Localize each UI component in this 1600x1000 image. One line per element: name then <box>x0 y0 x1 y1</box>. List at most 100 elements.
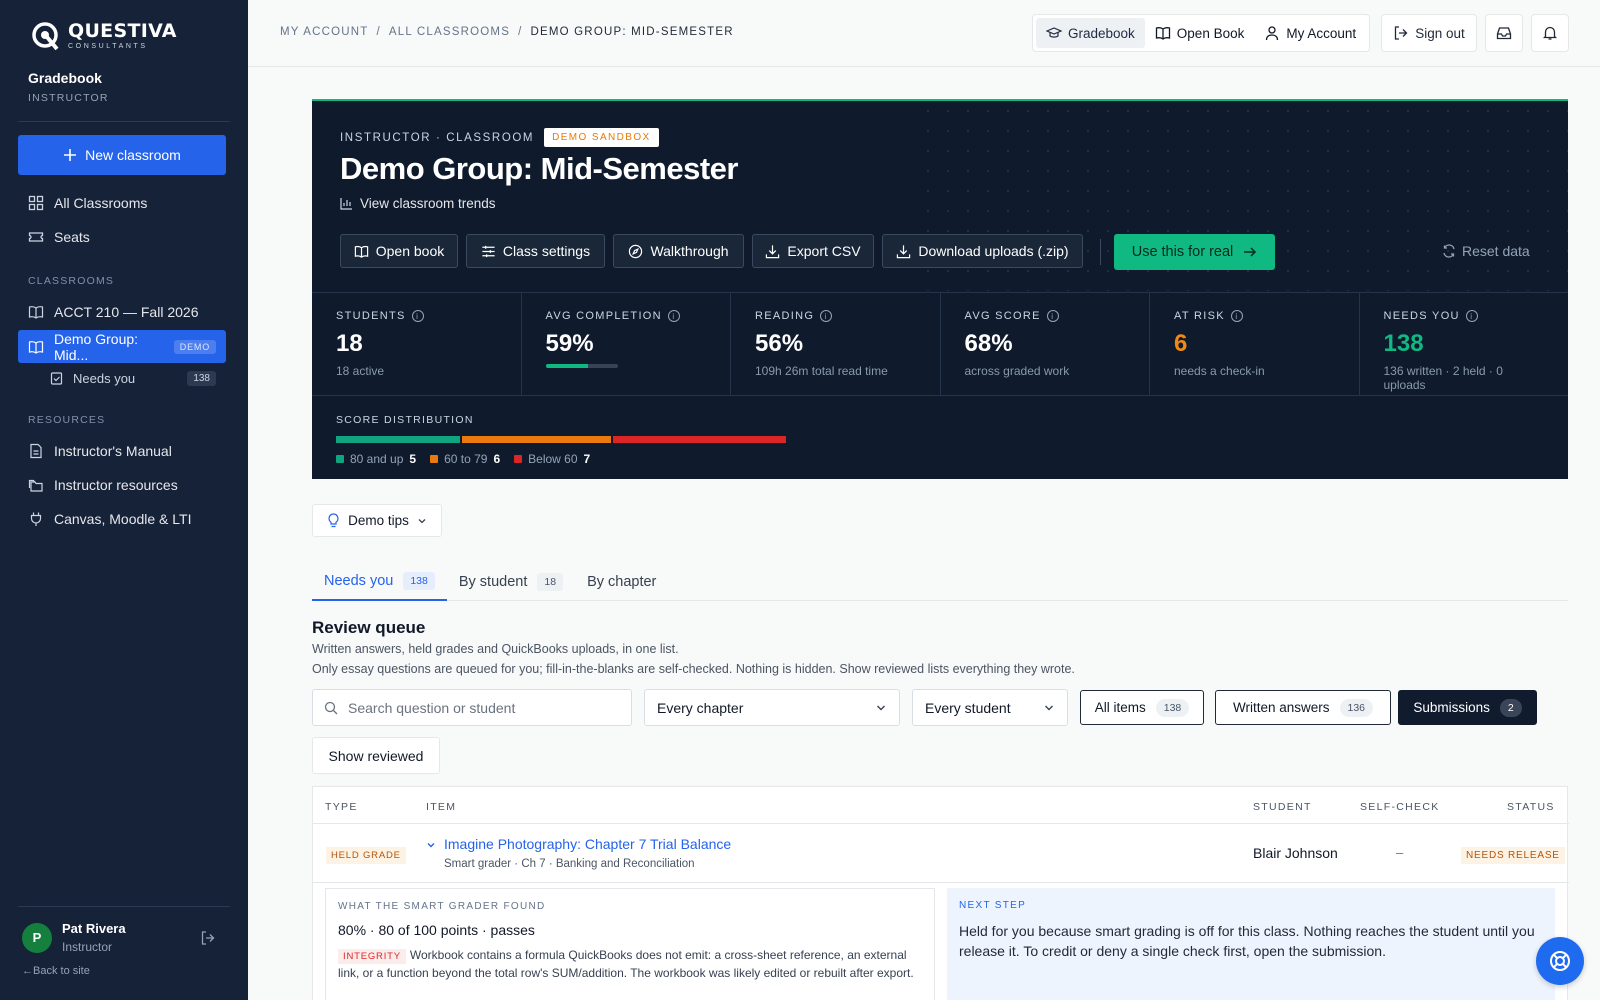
tab-by-student[interactable]: By student 18 <box>447 563 575 601</box>
legend-count: 5 <box>409 452 417 466</box>
resources-section-label: RESOURCES <box>28 414 106 426</box>
stat-value: 138 <box>1383 330 1424 357</box>
stat-value: 68% <box>964 330 1013 357</box>
ticket-icon <box>28 232 44 242</box>
tab-label: Needs you <box>324 573 394 589</box>
table-row-item[interactable]: Imagine Photography: Chapter 7 Trial Bal… <box>426 836 731 870</box>
brand-logo[interactable]: QUESTIVA CONSULTANTS <box>30 20 177 52</box>
reset-data-button[interactable]: Reset data <box>1442 243 1530 259</box>
sidebar-item-label: Instructor resources <box>54 477 178 493</box>
legend-swatch <box>336 455 344 463</box>
student-select[interactable]: Every student <box>912 689 1068 726</box>
notifications-button[interactable] <box>1531 14 1569 52</box>
walkthrough-button[interactable]: Walkthrough <box>613 234 744 268</box>
info-icon[interactable]: i <box>411 310 424 322</box>
inbox-button[interactable] <box>1485 14 1523 52</box>
my-account-button[interactable]: My Account <box>1254 18 1366 48</box>
filter-all-items[interactable]: All items 138 <box>1080 690 1204 725</box>
open-book-label: Open Book <box>1176 25 1245 41</box>
download-uploads-button[interactable]: Download uploads (.zip) <box>882 234 1083 268</box>
help-button[interactable] <box>1536 937 1584 985</box>
view-trends-link[interactable]: View classroom trends <box>340 196 496 211</box>
topbar: MY ACCOUNT / ALL CLASSROOMS / DEMO GROUP… <box>248 0 1600 67</box>
score-distribution-label: SCORE DISTRIBUTION <box>336 414 474 426</box>
hero-eyebrow-text: INSTRUCTOR · CLASSROOM <box>340 131 535 144</box>
info-icon[interactable]: i <box>667 310 680 322</box>
stat-sub: needs a check-in <box>1174 364 1265 378</box>
column-header-status: STATUS <box>1507 801 1555 813</box>
graduation-cap-icon <box>1046 27 1062 38</box>
demo-tips-dropdown[interactable]: Demo tips <box>312 504 442 537</box>
topbar-nav-group: Gradebook Open Book My Account <box>1032 14 1371 52</box>
chevron-down-icon[interactable] <box>426 840 436 850</box>
use-for-real-button[interactable]: Use this for real <box>1114 234 1275 270</box>
info-icon[interactable]: i <box>820 310 833 322</box>
sidebar-item-instructor-resources[interactable]: Instructor resources <box>18 469 226 501</box>
column-header-student: STUDENT <box>1253 801 1312 813</box>
class-settings-button[interactable]: Class settings <box>466 234 605 268</box>
column-header-self-check: SELF-CHECK <box>1360 801 1440 813</box>
user-profile[interactable]: P Pat Rivera Instructor <box>22 921 126 954</box>
grid-icon <box>28 195 44 211</box>
demo-badge: DEMO <box>173 339 216 354</box>
export-csv-button[interactable]: Export CSV <box>752 234 874 268</box>
lifebuoy-icon <box>1550 951 1570 971</box>
info-icon[interactable]: i <box>1046 310 1059 322</box>
logout-icon[interactable] <box>200 930 216 946</box>
divider <box>18 906 230 907</box>
divider <box>18 121 230 122</box>
sidebar-subitem-needs-you[interactable]: Needs you 138 <box>50 364 226 392</box>
sidebar-item-demo-group[interactable]: Demo Group: Mid... DEMO <box>18 330 226 363</box>
sidebar-item-acct-210[interactable]: ACCT 210 — Fall 2026 <box>18 296 226 328</box>
export-csv-label: Export CSV <box>787 243 861 259</box>
chapter-select[interactable]: Every chapter <box>644 689 900 726</box>
completion-progress-bar <box>545 364 618 368</box>
sidebar-item-label: Demo Group: Mid... <box>54 330 139 363</box>
sidebar-item-canvas-moodle-lti[interactable]: Canvas, Moodle & LTI <box>18 503 226 535</box>
reset-data-label: Reset data <box>1462 243 1530 259</box>
tab-needs-you[interactable]: Needs you 138 <box>312 563 447 601</box>
classroom-hero: INSTRUCTOR · CLASSROOM DEMO SANDBOX Demo… <box>312 99 1568 479</box>
info-icon[interactable]: i <box>1230 310 1243 322</box>
distribution-segment-3 <box>612 436 786 443</box>
classrooms-section-label: CLASSROOMS <box>28 275 115 287</box>
inbox-icon <box>1496 27 1512 40</box>
use-for-real-label: Use this for real <box>1131 244 1234 260</box>
search-input[interactable] <box>348 699 608 716</box>
sidebar-item-label: ACCT 210 — Fall 2026 <box>54 304 199 320</box>
item-title-link[interactable]: Imagine Photography: Chapter 7 Trial Bal… <box>444 836 731 852</box>
review-queue-description: Written answers, held grades and QuickBo… <box>312 642 679 656</box>
user-name: Pat Rivera <box>62 921 126 936</box>
sidebar-item-seats[interactable]: Seats <box>18 221 226 253</box>
filter-written-answers[interactable]: Written answers 136 <box>1215 690 1391 725</box>
crumb-my-account[interactable]: MY ACCOUNT <box>280 26 368 38</box>
info-icon[interactable]: i <box>1465 310 1478 322</box>
stat-students: STUDENTS i 18 18 active <box>312 293 522 395</box>
tab-by-chapter[interactable]: By chapter <box>575 563 668 601</box>
integrity-badge: INTEGRITY <box>338 949 406 964</box>
stat-value: 18 <box>336 330 363 357</box>
class-settings-label: Class settings <box>502 243 591 259</box>
back-to-site-link[interactable]: ←Back to site <box>22 965 90 977</box>
tab-label: By chapter <box>587 574 657 590</box>
crumb-all-classrooms[interactable]: ALL CLASSROOMS <box>389 26 510 38</box>
open-book-nav-button[interactable]: Open Book <box>1145 18 1255 48</box>
findings-label: WHAT THE SMART GRADER FOUND <box>338 901 546 912</box>
new-classroom-button[interactable]: New classroom <box>18 135 226 175</box>
filter-submissions[interactable]: Submissions 2 <box>1398 690 1537 725</box>
sign-out-button[interactable]: Sign out <box>1381 14 1477 52</box>
gradebook-button[interactable]: Gradebook <box>1036 18 1145 48</box>
sidebar-item-instructors-manual[interactable]: Instructor's Manual <box>18 435 226 467</box>
sidebar-item-all-classrooms[interactable]: All Classrooms <box>18 187 226 219</box>
show-reviewed-button[interactable]: Show reviewed <box>312 737 440 774</box>
student-select-value: Every student <box>925 699 1011 716</box>
sidebar-item-label: Canvas, Moodle & LTI <box>54 511 192 527</box>
sidebar-item-label: Instructor's Manual <box>54 443 172 459</box>
sidebar: QUESTIVA CONSULTANTS Gradebook INSTRUCTO… <box>0 0 248 1000</box>
download-icon <box>897 244 911 258</box>
stat-label: AVG SCORE <box>964 310 1041 322</box>
open-book-button[interactable]: Open book <box>340 234 458 268</box>
review-queue-note: Only essay questions are queued for you;… <box>312 662 1075 676</box>
stat-label: READING <box>755 310 815 322</box>
search-field[interactable] <box>312 689 632 726</box>
